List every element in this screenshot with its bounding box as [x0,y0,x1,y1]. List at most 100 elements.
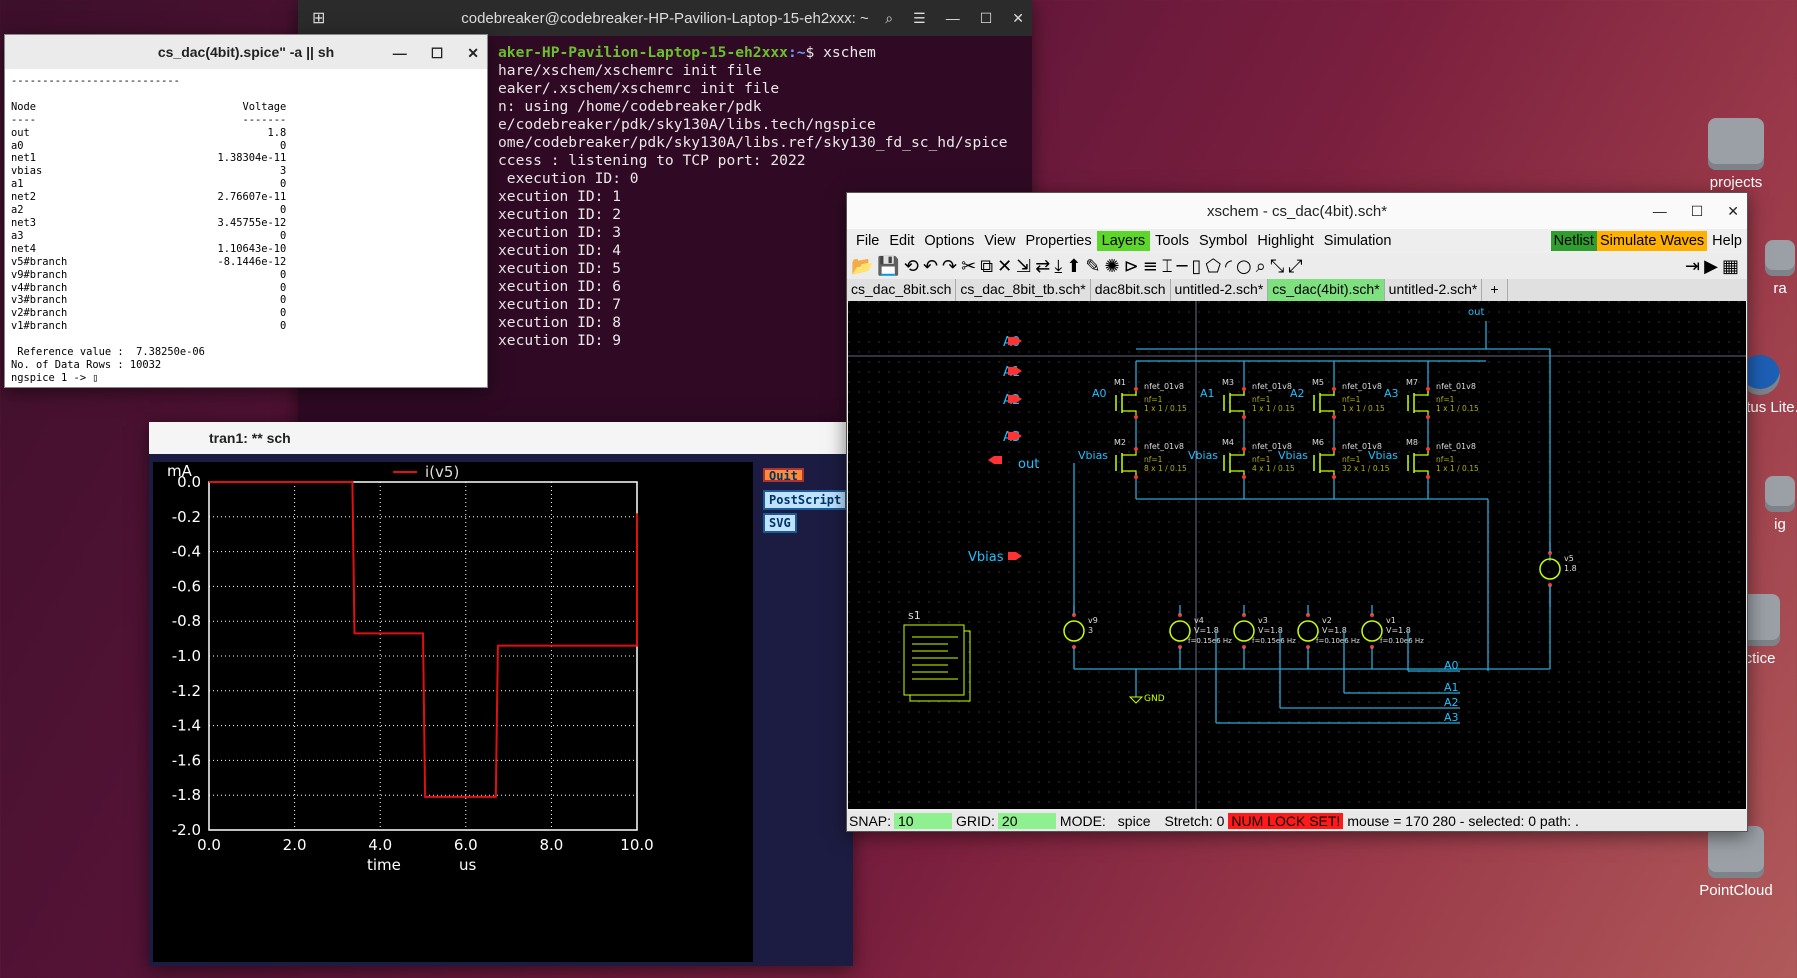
source-value: V=1.8 [1322,626,1347,635]
menu-layers[interactable]: Layers [1096,231,1151,251]
folder-icon [1765,240,1795,276]
chart[interactable]: 0.0 2.0 4.0 6.0 8.0 10.00.0-0.2-0.4-0.6-0.8-1… [153,462,753,962]
polygon-icon[interactable]: ⬠ [1205,256,1221,277]
highlight-icon[interactable]: ✺ [1105,256,1120,277]
redo-icon[interactable]: ↷ [942,256,957,277]
menu-tools[interactable]: Tools [1150,231,1194,251]
shrink-icon[interactable]: ⤡ [1270,256,1284,277]
schematic-canvas[interactable]: A0A1A2A3outVbiasoutM1nfet_01v8nf=11 x 1 … [848,301,1746,809]
move-icon[interactable]: ⇄ [1035,256,1050,277]
minimize-button[interactable]: — [946,10,960,26]
open-icon[interactable]: 📂 [851,256,873,277]
fet-name: M7 [1406,378,1418,387]
close-button[interactable]: ✕ [1012,10,1024,27]
expand-icon[interactable]: ⤢ [1288,256,1302,277]
ngspice-titlebar[interactable]: cs_dac(4bit).spice" -a || sh — ☐ ✕ [5,35,487,69]
plot-titlebar[interactable]: tran1: ** sch [149,422,853,454]
postscript-button[interactable]: PostScript [763,490,848,510]
insert-icon[interactable]: ⌶ [1162,256,1173,277]
fet-nf: nf=1 [1252,455,1271,464]
plot-window[interactable]: tran1: ** sch 0.0 2.0 4.0 6.0 8.0 10.0 0.0 -0.2… [149,422,853,966]
grid-field[interactable]: 20 [997,813,1056,829]
arc-icon[interactable]: ◜ [1225,256,1232,277]
quit-button[interactable]: Quit [763,468,804,482]
menu-help[interactable]: Help [1707,231,1747,251]
push-icon[interactable]: ⤓ [1054,256,1062,277]
reload-icon[interactable]: ⟲ [904,256,919,277]
ngspice-text[interactable]: --------------------------- Node Voltage… [5,69,487,391]
simulate-button[interactable]: Simulate [1596,231,1659,251]
tab-untitled-2[interactable]: untitled-2.sch* [1171,279,1269,301]
tab-cs-dac-4bit[interactable]: cs_dac(4bit).sch* [1268,279,1385,301]
search-icon[interactable]: ⌕ [885,10,893,27]
menu-options[interactable]: Options [919,231,979,251]
rect-icon[interactable]: ▯ [1191,256,1201,277]
line-icon[interactable]: ─ [1177,256,1188,277]
fet-nf: nf=1 [1342,395,1361,404]
close-button[interactable]: ✕ [467,45,479,62]
minimize-button[interactable]: — [393,45,407,61]
schematic[interactable]: A0A1A2A3outVbiasoutM1nfet_01v8nf=11 x 1 … [848,301,1746,809]
fet-pin [1242,447,1246,451]
xschem-window[interactable]: xschem - cs_dac(4bit).sch* — ☐ ✕ File Ed… [846,192,1748,832]
maximize-button[interactable]: ☐ [980,10,993,27]
terminal-line: xecution ID: 7 [498,296,622,313]
x-tick-label: 6.0 [454,836,478,854]
maximize-button[interactable]: ☐ [431,45,444,62]
pop-icon[interactable]: ⬆ [1066,256,1081,277]
terminal-titlebar[interactable]: ⊞ codebreaker@codebreaker-HP-Pavilion-La… [298,0,1032,36]
tab-dac8bit[interactable]: dac8bit.sch [1091,279,1171,301]
tab-cs-dac-8bit[interactable]: cs_dac_8bit.sch [847,279,957,301]
cut-icon[interactable]: ✂ [961,256,976,277]
save-icon[interactable]: 💾 [877,256,899,277]
data-rows: No. of Data Rows : 10032 [11,358,162,371]
zoom-icon[interactable]: ⌕ [1256,256,1266,277]
descend-icon[interactable]: ⇥ [1685,256,1700,277]
fet-model: nfet_01v8 [1436,442,1476,451]
close-button[interactable]: ✕ [1727,203,1739,220]
tab-cs-dac-8bit-tb[interactable]: cs_dac_8bit_tb.sch* [956,279,1091,301]
fet-name: M8 [1406,438,1418,447]
desktop-icon-label: projects [1709,174,1763,191]
wire-icon[interactable]: ✎ [1085,256,1100,277]
snap-field[interactable]: 10 [894,813,953,829]
new-tab-button[interactable]: + [1482,279,1508,301]
stretch-value: Stretch: 0 [1164,813,1225,829]
menu-symbol[interactable]: Symbol [1194,231,1252,251]
ngspice-output-window[interactable]: cs_dac(4bit).spice" -a || sh — ☐ ✕ -----… [4,34,488,388]
svg-button[interactable]: SVG [763,513,797,533]
xschem-titlebar[interactable]: xschem - cs_dac(4bit).sch* — ☐ ✕ [847,193,1747,229]
menu-icon[interactable]: ☰ [913,10,926,27]
desktop-icon-pointcloud[interactable]: PointCloud [1676,826,1796,899]
menu-simulation[interactable]: Simulation [1319,231,1397,251]
menu-properties[interactable]: Properties [1021,231,1097,251]
menu-edit[interactable]: Edit [884,231,919,251]
waves-button[interactable]: Waves [1658,231,1708,251]
zoom-fit-icon[interactable]: ⇲ [1016,256,1031,277]
netlist-button[interactable]: Netlist [1550,231,1597,251]
source-name: v2 [1322,616,1332,625]
fet-name: M3 [1222,378,1234,387]
undo-icon[interactable]: ↶ [923,256,938,277]
fet-model: nfet_01v8 [1144,382,1184,391]
rule: --------------------------- [11,75,180,87]
fet-nf: nf=1 [1436,395,1455,404]
tab-untitled-2b[interactable]: untitled-2.sch* [1385,279,1483,301]
menu-view[interactable]: View [979,231,1020,251]
desktop-icon-projects[interactable]: projects [1676,118,1796,191]
menu-highlight[interactable]: Highlight [1252,231,1318,251]
circle-icon[interactable]: ○ [1236,256,1252,277]
menu-file[interactable]: File [851,231,884,251]
play-icon[interactable]: ▶ [1704,256,1718,277]
text-icon[interactable]: ≡ [1143,256,1158,277]
delete-icon[interactable]: ✕ [997,256,1012,277]
gate-label: A1 [1200,387,1215,400]
minimize-button[interactable]: — [1653,203,1667,219]
graph-icon[interactable]: ▦ [1722,256,1739,277]
maximize-button[interactable]: ☐ [1691,203,1704,220]
pin-label: Vbias [968,550,1004,565]
new-tab-icon[interactable]: ⊞ [312,8,325,28]
pin-icon[interactable]: ⊳ [1124,256,1139,277]
copy-icon[interactable]: ⧉ [980,256,993,277]
source-freq: f=0.10e6 Hz [1380,637,1424,645]
